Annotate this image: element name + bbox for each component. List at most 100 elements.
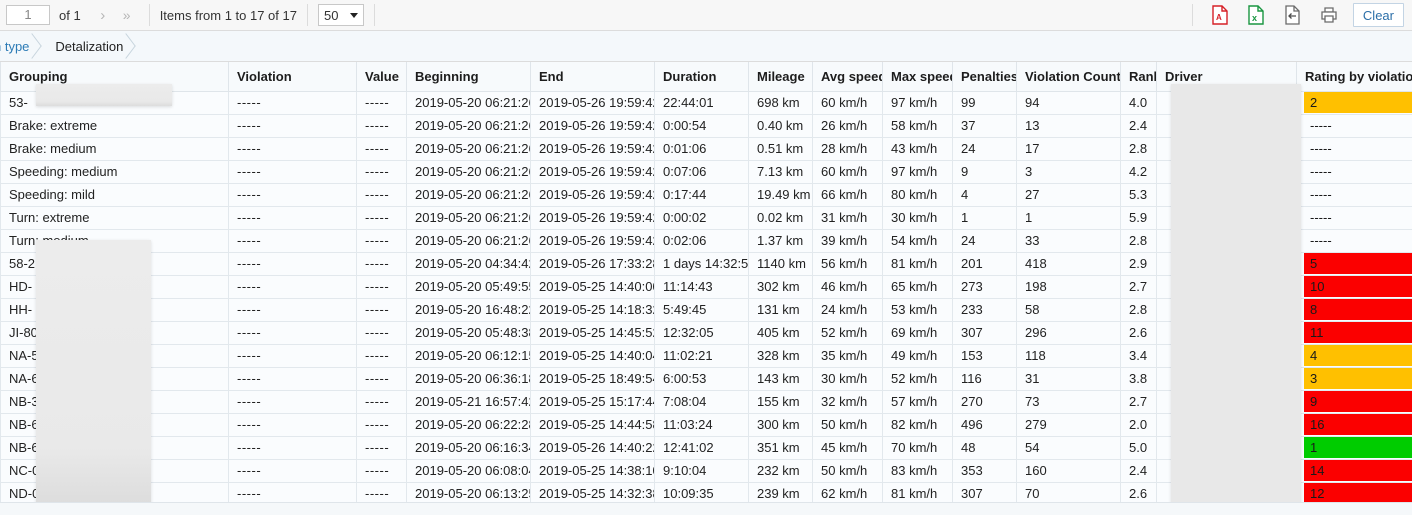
table-row[interactable]: NA-5 ----- ----- 2019-05-20 06:12:15 2019-05…	[0, 343, 1412, 368]
cell-penalties: 273	[952, 274, 1017, 299]
cell-end: 2019-05-25 15:17:44	[530, 389, 655, 414]
cell-max-speed: 54 km/h	[882, 228, 953, 253]
toolbar-divider	[306, 4, 308, 26]
table-row[interactable]: Brake: extreme ----- ----- 2019-05-20 06:21…	[0, 113, 1412, 138]
cell-mileage: 7.13 km	[748, 159, 813, 184]
cell-driver	[1156, 320, 1297, 345]
cell-avg-speed: 32 km/h	[812, 389, 883, 414]
cell-beginning: 2019-05-20 06:08:04	[406, 458, 531, 483]
cell-violation: -----	[228, 182, 357, 207]
cell-rating: -----	[1296, 159, 1412, 184]
table-row[interactable]: NC-0 ----- ----- 2019-05-20 06:08:04 2019-05…	[0, 458, 1412, 483]
cell-violation-count: 73	[1016, 389, 1121, 414]
next-page-button[interactable]: ›	[91, 4, 115, 26]
cell-penalties: 307	[952, 320, 1017, 345]
cell-rating: 8	[1296, 297, 1412, 322]
cell-avg-speed: 56 km/h	[812, 251, 883, 276]
column-header-beginning[interactable]: Beginning	[406, 62, 531, 92]
table-row[interactable]: HH- ----- ----- 2019-05-20 16:48:22 2019-05-…	[0, 297, 1412, 322]
table-row[interactable]: 58-2 ----- ----- 2019-05-20 04:34:42 2019-05…	[0, 251, 1412, 276]
column-header-duration[interactable]: Duration	[654, 62, 749, 92]
column-header-driver[interactable]: Driver	[1156, 62, 1297, 92]
cell-beginning: 2019-05-20 06:21:26	[406, 159, 531, 184]
table-row[interactable]: NA-6 ----- ----- 2019-05-20 06:36:18 2019-05…	[0, 366, 1412, 391]
cell-grouping: 58-2	[0, 251, 229, 276]
cell-avg-speed: 66 km/h	[812, 182, 883, 207]
cell-avg-speed: 52 km/h	[812, 320, 883, 345]
column-header-violation-count[interactable]: Violation Count	[1016, 62, 1121, 92]
table-row[interactable]: 53- ----- ----- 2019-05-20 06:21:26 2019-05-…	[0, 90, 1412, 115]
column-header-rank[interactable]: Rank	[1120, 62, 1157, 92]
table-row[interactable]: JI-80 ----- ----- 2019-05-20 05:48:38 2019-0…	[0, 320, 1412, 345]
table-row[interactable]: Speeding: medium ----- ----- 2019-05-20 06:…	[0, 159, 1412, 184]
rating-badge: 14	[1304, 460, 1412, 481]
cell-max-speed: 83 km/h	[882, 458, 953, 483]
cell-rank: 2.4	[1120, 113, 1157, 138]
table-row[interactable]: Turn: medium ----- ----- 2019-05-20 06:21:2…	[0, 228, 1412, 253]
table-row[interactable]: NB-6 ----- ----- 2019-05-20 06:16:34 2019-05…	[0, 435, 1412, 460]
table-row[interactable]: Speeding: mild ----- ----- 2019-05-20 06:21…	[0, 182, 1412, 207]
cell-avg-speed: 24 km/h	[812, 297, 883, 322]
cell-mileage: 1.37 km	[748, 228, 813, 253]
column-header-mileage[interactable]: Mileage	[748, 62, 813, 92]
toolbar-divider	[148, 4, 150, 26]
cell-violation: -----	[228, 136, 357, 161]
table-row[interactable]: Turn: extreme ----- ----- 2019-05-20 06:21:…	[0, 205, 1412, 230]
cell-rank: 2.0	[1120, 412, 1157, 437]
breadcrumb-label: Detalization	[55, 38, 124, 54]
column-header-rating-by-violatio[interactable]: Rating by violatio	[1296, 62, 1412, 92]
cell-value: -----	[356, 274, 407, 299]
cell-beginning: 2019-05-20 06:12:15	[406, 343, 531, 368]
breadcrumb-item-violation-type[interactable]: n type	[0, 31, 43, 61]
column-header-penalties[interactable]: Penalties	[952, 62, 1017, 92]
column-header-end[interactable]: End	[530, 62, 655, 92]
cell-mileage: 1140 km	[748, 251, 813, 276]
column-header-violation[interactable]: Violation	[228, 62, 357, 92]
cell-end: 2019-05-25 14:40:04	[530, 343, 655, 368]
cell-duration: 12:41:02	[654, 435, 749, 460]
cell-value: -----	[356, 205, 407, 230]
cell-violation-count: 58	[1016, 297, 1121, 322]
breadcrumb-item-detalization[interactable]: Detalization	[39, 31, 137, 61]
column-header-avg-speed[interactable]: Avg speed	[812, 62, 883, 92]
cell-rank: 4.2	[1120, 159, 1157, 184]
cell-violation: -----	[228, 274, 357, 299]
cell-end: 2019-05-25 14:44:58	[530, 412, 655, 437]
cell-driver	[1156, 159, 1297, 184]
cell-value: -----	[356, 228, 407, 253]
toolbar-divider	[1191, 4, 1193, 26]
report-detalization-page: of 1 › » Items from 1 to 17 of 17 50 A	[0, 0, 1412, 515]
table-row[interactable]: NB-3 ----- ----- 2019-05-21 16:57:42 2019-05…	[0, 389, 1412, 414]
clear-button[interactable]: Clear	[1352, 3, 1404, 27]
cell-max-speed: 97 km/h	[882, 159, 953, 184]
last-page-button[interactable]: »	[115, 4, 139, 26]
import-button[interactable]	[1275, 0, 1311, 30]
cell-driver	[1156, 228, 1297, 253]
cell-rating: 1	[1296, 435, 1412, 460]
page-size-select[interactable]: 50	[317, 4, 364, 26]
column-header-grouping[interactable]: Grouping	[0, 62, 229, 92]
cell-end: 2019-05-26 19:59:42	[530, 159, 655, 184]
cell-grouping: NB-3	[0, 389, 229, 414]
cell-violation-count: 3	[1016, 159, 1121, 184]
chevron-down-icon	[349, 12, 358, 18]
cell-max-speed: 52 km/h	[882, 366, 953, 391]
report-grid[interactable]: Grouping Violation Value Beginning End Durati…	[0, 62, 1412, 515]
table-row[interactable]: NB-6 ----- ----- 2019-05-20 06:22:28 2019-05…	[0, 412, 1412, 437]
table-row[interactable]: HD- ----- ----- 2019-05-20 05:49:55 2019-05-…	[0, 274, 1412, 299]
table-row[interactable]: Brake: medium ----- ----- 2019-05-20 06:21:…	[0, 136, 1412, 161]
cell-beginning: 2019-05-20 06:21:26	[406, 182, 531, 207]
export-excel-button[interactable]: x	[1239, 0, 1275, 30]
column-header-max-speed[interactable]: Max speed	[882, 62, 953, 92]
print-button[interactable]	[1311, 0, 1347, 30]
page-number-input[interactable]	[6, 5, 50, 25]
column-header-value[interactable]: Value	[356, 62, 407, 92]
cell-driver	[1156, 90, 1297, 115]
cell-violation: -----	[228, 320, 357, 345]
cell-penalties: 496	[952, 412, 1017, 437]
cell-driver	[1156, 343, 1297, 368]
cell-max-speed: 49 km/h	[882, 343, 953, 368]
cell-value: -----	[356, 297, 407, 322]
rating-badge: 11	[1304, 322, 1412, 343]
export-pdf-button[interactable]: A	[1203, 0, 1239, 30]
